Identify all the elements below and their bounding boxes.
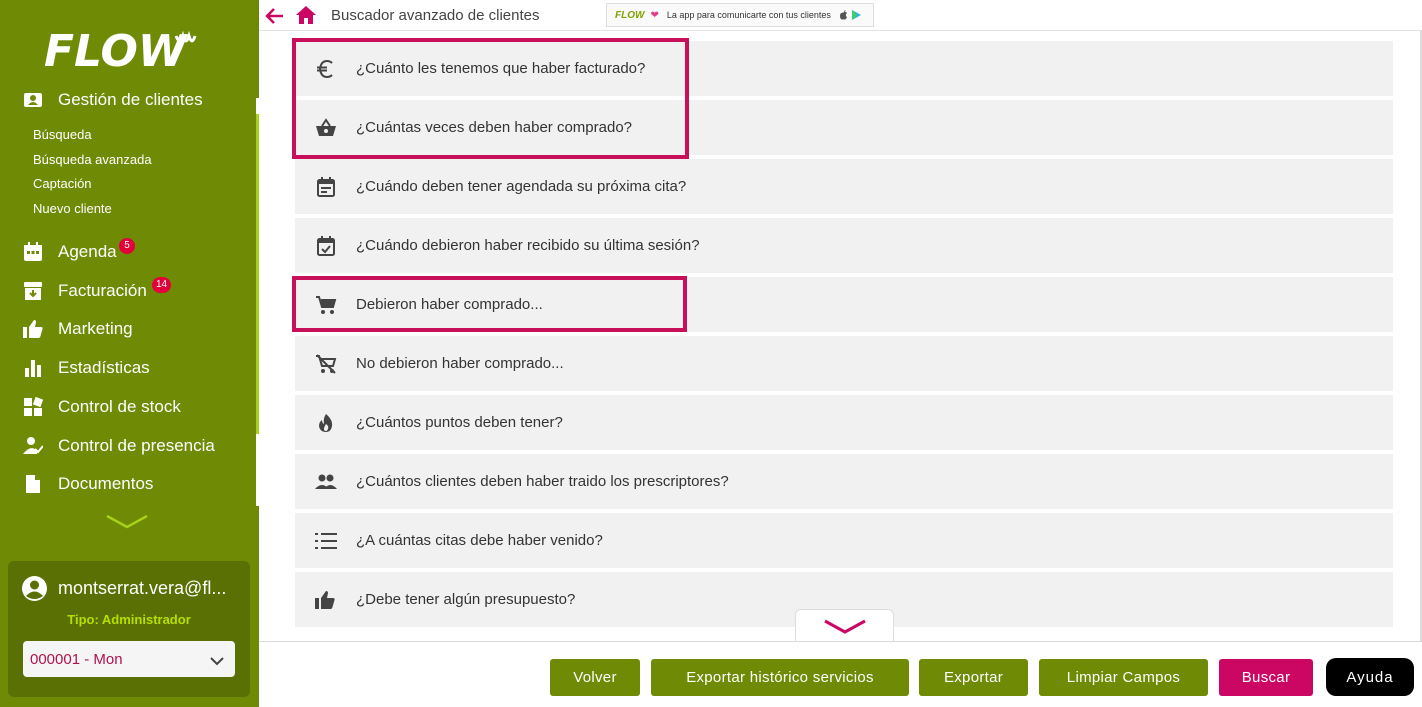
sidebar-item-control-presencia[interactable]: Control de presencia bbox=[22, 434, 215, 458]
criteria-label: ¿Cuántos puntos deben tener? bbox=[356, 414, 563, 431]
criteria-row-proxima-cita[interactable]: ¿Cuándo deben tener agendada su próxima … bbox=[295, 159, 1393, 214]
criteria-label: Debieron haber comprado... bbox=[356, 296, 543, 313]
user-avatar-icon[interactable] bbox=[21, 575, 48, 602]
criteria-label: ¿Cuántos clientes deben haber traido los… bbox=[356, 473, 729, 490]
user-card: montserrat.vera@fl... Tipo: Administrado… bbox=[8, 561, 250, 697]
promo-text: La app para comunicarte con tus clientes bbox=[666, 10, 831, 20]
person-check-icon bbox=[22, 435, 44, 457]
basket-icon bbox=[315, 117, 337, 139]
sidebar-item-facturacion[interactable]: Facturación bbox=[22, 279, 147, 303]
app-promo-banner[interactable]: FLOW ❤ La app para comunicarte con tus c… bbox=[606, 3, 874, 27]
criteria-row-prescriptores[interactable]: ¿Cuántos clientes deben haber traido los… bbox=[295, 454, 1393, 509]
cart-off-icon bbox=[315, 353, 337, 375]
facturacion-badge: 14 bbox=[152, 277, 172, 293]
sidebar-item-agenda[interactable]: Agenda bbox=[22, 240, 117, 264]
chevron-down-icon bbox=[210, 653, 224, 670]
topbar: Buscador avanzado de clientes FLOW ❤ La … bbox=[259, 0, 1422, 31]
criteria-row-facturado[interactable]: ¿Cuánto les tenemos que haber facturado? bbox=[295, 41, 1393, 96]
agenda-badge: 5 bbox=[119, 238, 135, 254]
arrow-left-icon bbox=[265, 8, 283, 24]
scroll-down-tab[interactable] bbox=[795, 609, 894, 643]
criteria-row-ultima-sesion[interactable]: ¿Cuándo debieron haber recibido su últim… bbox=[295, 218, 1393, 273]
calendar-icon bbox=[315, 176, 337, 198]
sidebar-item-label: Marketing bbox=[58, 319, 133, 338]
apple-icon bbox=[839, 10, 847, 20]
user-email: montserrat.vera@fl... bbox=[58, 578, 227, 598]
exportar-button[interactable]: Exportar bbox=[919, 659, 1028, 696]
center-select-value: 000001 - Mon bbox=[30, 650, 123, 668]
calendar-check-icon bbox=[315, 235, 337, 257]
thumbs-up-icon bbox=[22, 318, 44, 340]
heart-icon: ❤ bbox=[650, 9, 659, 21]
action-bar: Volver Exportar histórico servicios Expo… bbox=[259, 641, 1422, 707]
criteria-row-citas[interactable]: ¿A cuántas citas debe haber venido? bbox=[295, 513, 1393, 568]
sidebar-item-gestion-clientes[interactable]: Gestión de clientes bbox=[22, 88, 203, 112]
stock-icon bbox=[22, 396, 44, 418]
sidebar-expand-chevron-icon[interactable] bbox=[105, 514, 149, 535]
home-icon bbox=[296, 6, 316, 24]
sidebar-item-estadisticas[interactable]: Estadísticas bbox=[22, 356, 150, 380]
criteria-label: No debieron haber comprado... bbox=[356, 355, 564, 372]
sidebar-subitem-busqueda[interactable]: Búsqueda bbox=[33, 127, 92, 142]
home-button[interactable] bbox=[295, 4, 317, 26]
google-play-icon bbox=[851, 10, 861, 20]
sidebar-subitem-captacion[interactable]: Captación bbox=[33, 176, 92, 191]
sidebar: FLOW Gestión de clientes Búsqueda Búsque… bbox=[0, 0, 259, 707]
document-icon bbox=[22, 473, 44, 495]
criteria-label: ¿A cuántas citas debe haber venido? bbox=[356, 532, 603, 549]
numbered-list-icon bbox=[315, 530, 337, 552]
cart-icon bbox=[315, 294, 337, 316]
criteria-row-puntos[interactable]: ¿Cuántos puntos deben tener? bbox=[295, 395, 1393, 450]
main-content: ¿Cuánto les tenemos que haber facturado?… bbox=[259, 31, 1422, 641]
sidebar-item-label: Agenda bbox=[58, 242, 117, 261]
bar-chart-icon bbox=[22, 357, 44, 379]
sidebar-subitem-nuevo-cliente[interactable]: Nuevo cliente bbox=[33, 201, 112, 216]
criteria-label: ¿Cuántas veces deben haber comprado? bbox=[356, 119, 633, 136]
page-title: Buscador avanzado de clientes bbox=[331, 7, 540, 24]
sidebar-item-label: Control de stock bbox=[58, 397, 181, 416]
invoice-icon bbox=[22, 280, 44, 302]
criteria-row-debieron-comprado[interactable]: Debieron haber comprado... bbox=[295, 277, 1393, 332]
exportar-historico-button[interactable]: Exportar histórico servicios bbox=[651, 659, 909, 696]
criteria-label: ¿Cuánto les tenemos que haber facturado? bbox=[356, 60, 646, 77]
flow-logo[interactable]: FLOW bbox=[44, 22, 216, 72]
flame-icon bbox=[315, 412, 337, 434]
buscar-button[interactable]: Buscar bbox=[1219, 659, 1313, 696]
sidebar-item-documentos[interactable]: Documentos bbox=[22, 472, 153, 496]
contacts-icon bbox=[22, 89, 44, 111]
limpiar-campos-button[interactable]: Limpiar Campos bbox=[1039, 659, 1208, 696]
chevron-down-icon bbox=[823, 619, 866, 634]
sidebar-item-label: Control de presencia bbox=[58, 436, 215, 455]
sidebar-subitem-busqueda-avanzada[interactable]: Búsqueda avanzada bbox=[33, 152, 152, 167]
calendar-icon bbox=[22, 241, 44, 263]
promo-brand: FLOW bbox=[615, 9, 645, 21]
user-type: Tipo: Administrador bbox=[67, 612, 191, 627]
sidebar-item-label: Facturación bbox=[58, 281, 147, 300]
euro-icon bbox=[315, 58, 337, 80]
sidebar-item-label: Estadísticas bbox=[58, 358, 150, 377]
sidebar-item-control-stock[interactable]: Control de stock bbox=[22, 395, 181, 419]
ayuda-button[interactable]: Ayuda bbox=[1326, 658, 1414, 696]
criteria-row-veces-comprado[interactable]: ¿Cuántas veces deben haber comprado? bbox=[295, 100, 1393, 155]
sidebar-item-label: Gestión de clientes bbox=[58, 90, 203, 109]
sidebar-item-marketing[interactable]: Marketing bbox=[22, 317, 133, 341]
volver-button[interactable]: Volver bbox=[550, 659, 640, 696]
sidebar-item-label: Documentos bbox=[58, 474, 154, 493]
svg-text:FLOW: FLOW bbox=[44, 26, 189, 72]
back-button[interactable] bbox=[264, 5, 286, 27]
criteria-row-no-debieron-comprado[interactable]: No debieron haber comprado... bbox=[295, 336, 1393, 391]
criteria-label: ¿Cuándo debieron haber recibido su últim… bbox=[356, 237, 700, 254]
people-icon bbox=[315, 471, 337, 493]
thumbs-up-icon bbox=[315, 589, 337, 611]
criteria-label: ¿Debe tener algún presupuesto? bbox=[356, 591, 576, 608]
center-select[interactable]: 000001 - Mon bbox=[23, 641, 235, 677]
criteria-label: ¿Cuándo deben tener agendada su próxima … bbox=[356, 178, 687, 195]
